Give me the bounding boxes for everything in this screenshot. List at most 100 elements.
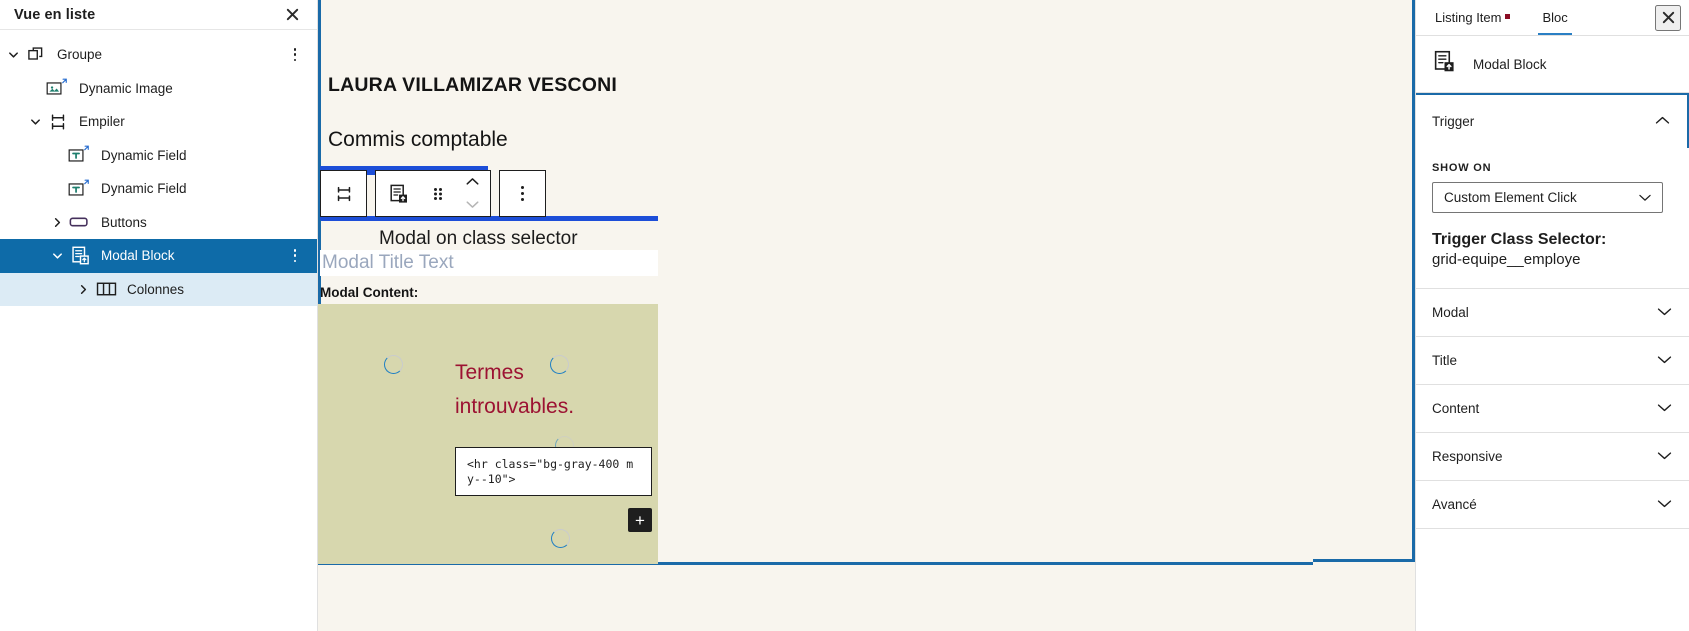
selected-block-name: Modal Block [1473, 56, 1547, 72]
section-content: Content [1416, 385, 1689, 433]
chevron-down-icon[interactable] [1656, 353, 1673, 368]
modal-heading: Modal on class selector [379, 228, 578, 249]
chevron-down-icon[interactable] [1656, 449, 1673, 464]
stack-icon [46, 110, 70, 134]
chevron-down-icon[interactable] [24, 111, 46, 133]
stack-icon[interactable] [321, 171, 366, 216]
show-on-select[interactable]: Custom Element Click [1432, 182, 1663, 213]
list-item-label: Dynamic Field [101, 181, 187, 197]
chevron-down-icon[interactable] [1656, 401, 1673, 416]
section-avance: Avancé [1416, 481, 1689, 529]
modal-title-input[interactable]: Modal Title Text [320, 250, 658, 276]
section-title: Title [1416, 337, 1689, 385]
code-snippet-block[interactable]: <hr class="bg-gray-400 my--10"> [455, 447, 652, 496]
section-title-header[interactable]: Title [1416, 337, 1689, 384]
loading-spinner-icon [384, 355, 403, 374]
dynamic-field-icon [68, 143, 92, 167]
list-view-title: Vue en liste [14, 6, 96, 23]
list-item-modal-block[interactable]: Modal Block [0, 239, 317, 273]
section-title: Content [1432, 401, 1480, 416]
list-item-label: Groupe [57, 47, 103, 63]
chevron-down-icon[interactable] [2, 44, 24, 66]
section-title: Trigger [1432, 114, 1475, 129]
section-title: Title [1432, 353, 1458, 368]
modal-title-placeholder: Modal Title Text [322, 252, 454, 273]
list-item-label: Modal Block [101, 248, 175, 264]
list-item-colonnes[interactable]: Colonnes [0, 272, 317, 306]
dynamic-field-icon [68, 177, 92, 201]
trigger-class-selector-value: grid-equipe__employe [1432, 251, 1581, 268]
more-options-icon[interactable] [285, 244, 305, 268]
chevron-down-icon[interactable] [46, 245, 68, 267]
list-item-dynamic-field-1[interactable]: Dynamic Field [0, 139, 317, 173]
list-view-panel: Vue en liste Groupe Dynamic Image Empile… [0, 0, 318, 631]
list-item-buttons[interactable]: Buttons [0, 206, 317, 240]
buttons-icon [68, 210, 92, 234]
chevron-down-icon[interactable] [1656, 497, 1673, 512]
list-view-tree: Groupe Dynamic Image Empiler Dynamic Fie… [0, 30, 317, 306]
chevron-down-icon[interactable] [465, 196, 480, 214]
list-item-dynamic-image[interactable]: Dynamic Image [0, 72, 317, 106]
section-modal-header[interactable]: Modal [1416, 289, 1689, 336]
settings-sidebar: Listing Item Bloc Modal Block Trigger SH… [1313, 0, 1689, 631]
columns-icon [94, 277, 118, 301]
modal-block-icon[interactable] [376, 171, 421, 216]
block-appender-button[interactable]: + [628, 508, 652, 532]
modal-block-icon [68, 244, 92, 268]
show-on-label: SHOW ON [1432, 162, 1492, 174]
close-icon-glyph [286, 8, 298, 21]
list-item-empiler[interactable]: Empiler [0, 105, 317, 139]
post-content-wrapper: LAURA VILLAMIZAR VESCONI Commis comptabl… [318, 0, 1313, 631]
section-trigger-header[interactable]: Trigger [1416, 95, 1687, 148]
list-item-label: Buttons [101, 214, 147, 230]
section-responsive: Responsive [1416, 433, 1689, 481]
tab-listing-item[interactable]: Listing Item [1431, 0, 1514, 35]
list-item-groupe[interactable]: Groupe [0, 38, 317, 72]
editor-canvas: LAURA VILLAMIZAR VESCONI Commis comptabl… [318, 0, 1313, 631]
close-icon[interactable] [1655, 4, 1681, 31]
settings-tabs: Listing Item Bloc [1416, 0, 1689, 36]
loading-spinner-icon [551, 529, 570, 548]
section-avance-header[interactable]: Avancé [1416, 481, 1689, 528]
section-trigger: Trigger [1416, 93, 1689, 148]
modal-content-label: Modal Content: [320, 285, 419, 300]
chevron-right-icon[interactable] [72, 278, 94, 300]
chevron-down-icon [1638, 190, 1652, 205]
section-title: Modal [1432, 305, 1469, 320]
error-message: Termes introuvables. [455, 361, 575, 418]
settings-panel: Listing Item Bloc Modal Block Trigger SH… [1415, 0, 1689, 631]
editor-root: Vue en liste Groupe Dynamic Image Empile… [0, 0, 1689, 631]
tab-bloc[interactable]: Bloc [1538, 0, 1573, 35]
list-item-label: Empiler [79, 114, 125, 130]
list-view-header: Vue en liste [0, 0, 317, 30]
toolbar-options-group [499, 170, 546, 217]
section-responsive-header[interactable]: Responsive [1416, 433, 1689, 480]
show-on-value: Custom Element Click [1444, 190, 1577, 205]
section-modal: Modal [1416, 288, 1689, 337]
block-selection-outline-right [1313, 0, 1415, 562]
dynamic-image-icon [46, 76, 70, 100]
group-blocks-icon [24, 43, 48, 67]
selected-block-card: Modal Block [1416, 36, 1689, 93]
section-content-header[interactable]: Content [1416, 385, 1689, 432]
tab-label: Listing Item [1435, 10, 1502, 25]
close-icon[interactable] [279, 2, 305, 28]
modal-block-icon [1432, 49, 1457, 79]
page-subtitle: Commis comptable [328, 128, 508, 151]
modal-content-area[interactable]: Termes introuvables. <hr class="bg-gray-… [318, 304, 658, 564]
list-item-label: Dynamic Field [101, 147, 187, 163]
toolbar-move-controls [454, 171, 490, 216]
unsaved-changes-dot-icon [1505, 14, 1511, 19]
more-options-icon[interactable] [285, 43, 305, 67]
more-options-icon[interactable] [500, 171, 545, 216]
section-trigger-body: SHOW ON Custom Element Click Trigger Cla… [1416, 148, 1689, 288]
section-title: Avancé [1432, 497, 1477, 512]
toolbar-main-group [375, 170, 491, 217]
chevron-up-icon[interactable] [465, 173, 480, 191]
chevron-down-icon[interactable] [1656, 305, 1673, 320]
chevron-up-icon[interactable] [1654, 114, 1671, 129]
drag-handle-icon[interactable] [421, 171, 454, 216]
chevron-right-icon[interactable] [46, 211, 68, 233]
trigger-class-selector-label: Trigger Class Selector: [1432, 231, 1607, 248]
list-item-dynamic-field-2[interactable]: Dynamic Field [0, 172, 317, 206]
